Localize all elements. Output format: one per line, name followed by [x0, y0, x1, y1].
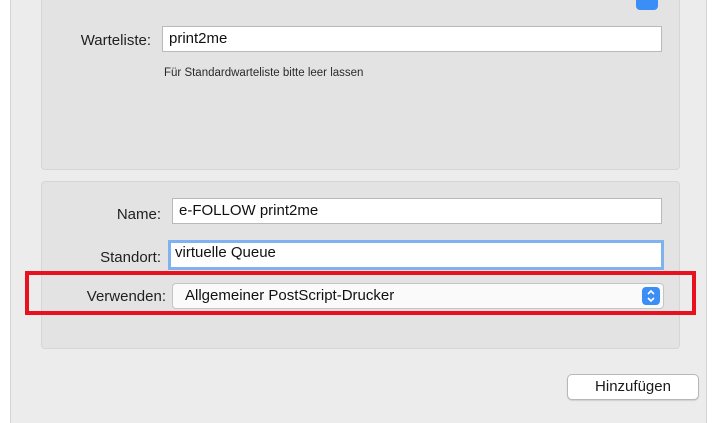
annotation-highlight-box — [25, 271, 696, 315]
queue-hint: Für Standardwarteliste bitte leer lassen — [164, 67, 364, 79]
name-input[interactable]: e-FOLLOW print2me — [172, 198, 662, 224]
location-input[interactable]: virtuelle Queue — [168, 240, 664, 270]
name-label: Name: — [116, 206, 161, 223]
queue-input[interactable]: print2me — [162, 26, 662, 52]
protocol-select-stepper[interactable] — [636, 0, 658, 10]
add-printer-dialog: Warteliste: print2me Für Standardwarteli… — [10, 0, 707, 423]
location-label: Standort: — [100, 249, 161, 266]
add-button[interactable]: Hinzufügen — [567, 374, 699, 400]
queue-label: Warteliste: — [80, 32, 151, 49]
